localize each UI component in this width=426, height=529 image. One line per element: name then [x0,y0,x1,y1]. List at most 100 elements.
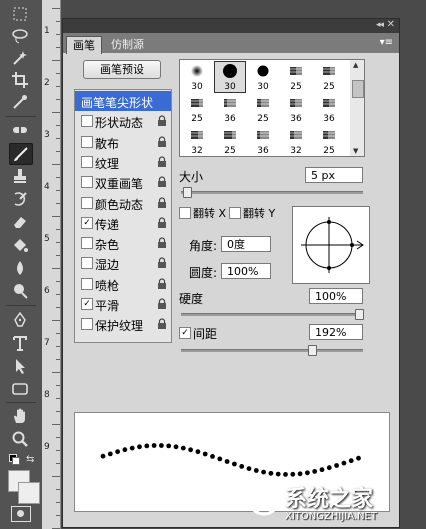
lock-icon[interactable] [157,196,167,208]
brush-option-checkbox[interactable] [81,277,93,290]
brush-option-checkbox[interactable] [81,155,93,168]
path-selection-tool-icon[interactable] [9,356,31,376]
brush-grid-scrollbar[interactable]: ▲ ▼ [350,59,365,157]
lock-icon[interactable] [157,156,167,167]
lock-icon[interactable] [157,278,167,289]
brush-tip-cell[interactable]: 30 [181,61,213,93]
hardness-slider-track[interactable] [181,313,363,316]
background-color-swatch[interactable] [18,482,40,504]
brush-option-item[interactable]: ✓ 平滑 [75,294,171,314]
eraser-tool-icon[interactable] [9,212,31,232]
tab-brush[interactable]: 画笔 [66,36,102,54]
flip-y-checkbox[interactable] [229,207,241,219]
brush-tip-cell[interactable]: 25 [247,93,279,125]
brush-presets-button[interactable]: 画笔预设 [83,60,161,79]
scroll-thumb[interactable] [352,80,364,98]
brush-tip-cell[interactable]: 30 [214,61,246,93]
zoom-tool-icon[interactable] [9,429,31,449]
size-slider-knob[interactable] [182,187,192,198]
brush-option-checkbox[interactable]: ✓ [81,298,93,310]
scroll-down-icon[interactable]: ▼ [353,147,358,155]
eyedropper-tool-icon[interactable] [9,92,31,112]
size-slider-track[interactable] [181,191,363,194]
default-colors-icon[interactable] [9,454,21,466]
brush-tip-cell[interactable]: 25 [181,93,213,125]
brush-tip-cell[interactable]: 25 [313,61,345,93]
lock-icon[interactable] [157,318,167,330]
collapse-panel-icon[interactable]: ◂◂ [376,20,384,30]
spacing-checkbox[interactable]: ✓ [179,327,191,339]
ruler-number: 7 [44,338,50,348]
spacing-slider-track[interactable] [181,349,363,352]
brush-option-item[interactable]: 湿边 [75,253,171,273]
healing-brush-tool-icon[interactable] [9,120,31,140]
swap-colors-icon[interactable]: ⇆ [26,454,34,465]
brush-option-checkbox[interactable] [81,196,93,209]
quick-mask-icon[interactable] [11,506,31,522]
brush-option-item[interactable]: 杂色 [75,233,171,253]
lock-icon[interactable] [157,298,167,309]
paint-bucket-tool-icon[interactable] [9,235,31,255]
roundness-input[interactable]: 100% [221,263,271,279]
brush-option-item[interactable]: 形状动态 [75,111,171,131]
size-input[interactable]: 5 px [305,167,363,183]
brush-option-checkbox[interactable] [81,135,93,148]
hand-tool-icon[interactable] [9,406,31,426]
pen-tool-icon[interactable] [9,310,31,330]
panel-menu-icon[interactable]: ▾≡ [380,37,393,48]
brush-option-item[interactable]: 颜色动态 [75,193,171,213]
spacing-input[interactable]: 192% [309,324,363,340]
lock-icon[interactable] [157,136,167,147]
brush-option-item[interactable]: 双重画笔 [75,172,171,192]
brush-option-item[interactable]: 散布 [75,132,171,152]
brush-option-checkbox[interactable] [81,176,93,189]
brush-tip-cell[interactable]: 25 [280,61,312,93]
history-brush-tool-icon[interactable] [9,189,31,209]
dodge-tool-icon[interactable] [9,281,31,301]
brush-option-checkbox[interactable] [81,237,93,250]
brush-option-item[interactable]: 喷枪 [75,274,171,294]
brush-tip-cell[interactable]: 36 [313,93,345,125]
brush-tip-cell[interactable]: 30 [247,61,279,93]
crop-tool-icon[interactable] [9,70,31,90]
brush-tip-cell[interactable]: 32 [181,125,213,156]
brush-option-item[interactable]: 保护纹理 [75,314,171,334]
lock-icon[interactable] [157,237,167,249]
tab-clone-source[interactable]: 仿制源 [105,36,150,53]
rectangle-tool-icon[interactable] [9,379,31,399]
brush-tool-icon[interactable] [9,143,33,165]
panel-titlebar[interactable]: ◂◂ ✕ [63,19,399,33]
close-panel-icon[interactable]: ✕ [387,19,395,30]
brush-tip-cell[interactable]: 36 [280,93,312,125]
brush-tip-cell[interactable]: 32 [280,125,312,156]
angle-roundness-widget[interactable] [292,206,370,284]
lock-icon[interactable] [157,217,167,228]
lock-icon[interactable] [157,257,167,269]
brush-tip-cell[interactable]: 36 [247,125,279,156]
lock-icon[interactable] [157,176,167,188]
brush-option-checkbox[interactable] [81,257,93,270]
brush-option-checkbox[interactable]: ✓ [81,216,93,229]
lock-icon[interactable] [157,115,167,127]
brush-option-item[interactable]: ✓ 传递 [75,213,171,233]
scroll-up-icon[interactable]: ▲ [353,61,358,69]
marquee-tool-icon[interactable] [9,4,31,24]
brush-option-checkbox[interactable] [81,318,93,331]
clone-stamp-tool-icon[interactable] [9,166,31,186]
hardness-slider-knob[interactable] [355,309,364,320]
magic-wand-tool-icon[interactable] [9,48,31,68]
brush-option-checkbox[interactable] [81,115,93,128]
hardness-input[interactable]: 100% [309,288,363,304]
flip-x-checkbox[interactable] [179,207,191,219]
lasso-tool-icon[interactable] [9,26,31,46]
brush-tip-cell[interactable]: 25 [313,125,345,156]
brush-tip-size: 36 [323,114,335,124]
angle-input[interactable]: 0度 [221,236,271,252]
brush-option-item[interactable]: 画笔笔尖形状 [75,91,171,111]
brush-tip-cell[interactable]: 36 [214,93,246,125]
spacing-slider-knob[interactable] [308,345,318,356]
brush-option-item[interactable]: 纹理 [75,152,171,172]
blur-tool-icon[interactable] [9,258,31,278]
brush-tip-cell[interactable]: 25 [214,125,246,156]
type-tool-icon[interactable] [9,333,31,353]
